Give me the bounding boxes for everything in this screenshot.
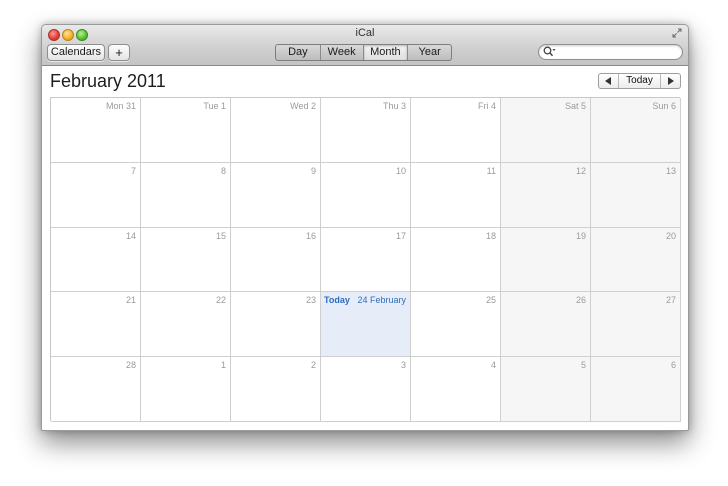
day-number: 16 <box>305 230 316 241</box>
day-number: 1 <box>220 360 226 371</box>
day-number: 17 <box>395 230 406 241</box>
day-number: 19 <box>575 230 586 241</box>
day-cell[interactable]: 2 <box>231 357 321 422</box>
day-number: 20 <box>665 230 676 241</box>
search-input[interactable] <box>558 45 676 59</box>
day-number: Fri 4 <box>478 101 496 111</box>
day-cell[interactable]: 15 <box>141 227 231 293</box>
day-cell[interactable]: 22 <box>141 292 231 358</box>
day-number: 15 <box>215 230 226 241</box>
day-cell[interactable]: 25 <box>411 292 501 358</box>
day-number: 2 <box>310 360 316 371</box>
day-cell[interactable]: 27 <box>591 292 681 358</box>
day-number: 21 <box>125 295 136 306</box>
day-number: 14 <box>125 230 136 241</box>
day-cell[interactable]: 4 <box>411 357 501 422</box>
day-cell[interactable]: 20 <box>591 227 681 293</box>
day-cell[interactable]: 7 <box>51 162 141 228</box>
day-number: Wed 2 <box>290 101 316 111</box>
ical-window: iCal Calendars + Day Week Month Year Feb… <box>41 24 689 431</box>
day-number: 8 <box>220 165 226 176</box>
day-number: 23 <box>305 295 316 306</box>
day-cell[interactable]: 14 <box>51 227 141 293</box>
view-week-tab[interactable]: Week <box>321 45 364 60</box>
day-number: 5 <box>580 360 586 371</box>
day-number: Tue 1 <box>203 101 226 111</box>
day-cell[interactable]: Wed 2 <box>231 98 321 163</box>
day-cell[interactable]: 26 <box>501 292 591 358</box>
day-cell[interactable]: 10 <box>321 162 411 228</box>
day-number: 27 <box>665 295 676 306</box>
month-title: February 2011 <box>50 71 166 91</box>
day-cell[interactable]: 1 <box>141 357 231 422</box>
day-cell[interactable]: Thu 3 <box>321 98 411 163</box>
day-number: 11 <box>486 165 496 176</box>
day-cell[interactable]: 23 <box>231 292 321 358</box>
today-label: Today <box>324 295 350 306</box>
day-number: 13 <box>665 165 676 176</box>
chevron-left-icon[interactable] <box>599 74 619 88</box>
chevron-right-icon[interactable] <box>660 74 680 88</box>
day-cell[interactable]: 11 <box>411 162 501 228</box>
day-number: Mon 31 <box>105 101 136 111</box>
day-number: 12 <box>575 165 586 176</box>
day-cell[interactable]: 17 <box>321 227 411 293</box>
day-number: 28 <box>125 360 136 371</box>
window-title: iCal <box>355 27 375 39</box>
day-number: 4 <box>490 360 496 371</box>
day-number: 7 <box>130 165 136 176</box>
day-cell[interactable]: Fri 4 <box>411 98 501 163</box>
day-cell[interactable]: 12 <box>501 162 591 228</box>
day-cell[interactable]: 5 <box>501 357 591 422</box>
day-cell[interactable]: 6 <box>591 357 681 422</box>
day-number: 9 <box>310 165 316 176</box>
day-cell[interactable]: Mon 31 <box>51 98 141 163</box>
day-number: Sun 6 <box>652 101 676 111</box>
day-cell[interactable]: 18 <box>411 227 501 293</box>
day-cell[interactable]: Sat 5 <box>501 98 591 163</box>
view-switcher: Day Week Month Year <box>275 44 452 61</box>
search-field[interactable] <box>538 44 683 60</box>
view-day-tab[interactable]: Day <box>276 45 321 60</box>
day-cell-today[interactable]: Today 24 February <box>321 292 411 358</box>
day-number: 24 February <box>357 295 406 306</box>
day-cell[interactable]: 8 <box>141 162 231 228</box>
today-button[interactable]: Today <box>619 74 660 88</box>
day-number: Thu 3 <box>382 101 406 111</box>
day-number: 26 <box>575 295 586 306</box>
day-cell[interactable]: Sun 6 <box>591 98 681 163</box>
day-number: Sat 5 <box>564 101 586 111</box>
add-event-button[interactable]: + <box>108 44 130 61</box>
day-cell[interactable]: 3 <box>321 357 411 422</box>
date-navigation: Today <box>598 73 681 89</box>
fullscreen-icon[interactable] <box>672 28 682 38</box>
month-grid: Mon 31 Tue 1 Wed 2 Thu 3 Fri 4 Sat 5 Sun 6 7 8 9 1… <box>50 97 681 422</box>
day-number: 6 <box>670 360 676 371</box>
day-cell[interactable]: 21 <box>51 292 141 358</box>
day-number: 25 <box>485 295 496 306</box>
calendars-button[interactable]: Calendars <box>47 44 105 61</box>
search-icon[interactable] <box>543 46 556 58</box>
day-cell[interactable]: 28 <box>51 357 141 422</box>
day-cell[interactable]: Tue 1 <box>141 98 231 163</box>
day-number: 22 <box>215 295 226 306</box>
day-cell[interactable]: 9 <box>231 162 321 228</box>
day-number: 3 <box>400 360 406 371</box>
day-number: 10 <box>395 165 406 176</box>
day-cell[interactable]: 13 <box>591 162 681 228</box>
day-number: 18 <box>485 230 496 241</box>
day-cell[interactable]: 19 <box>501 227 591 293</box>
title-bar[interactable]: iCal Calendars + Day Week Month Year <box>42 25 688 66</box>
view-year-tab[interactable]: Year <box>408 45 451 60</box>
day-cell[interactable]: 16 <box>231 227 321 293</box>
view-month-tab[interactable]: Month <box>363 45 409 60</box>
